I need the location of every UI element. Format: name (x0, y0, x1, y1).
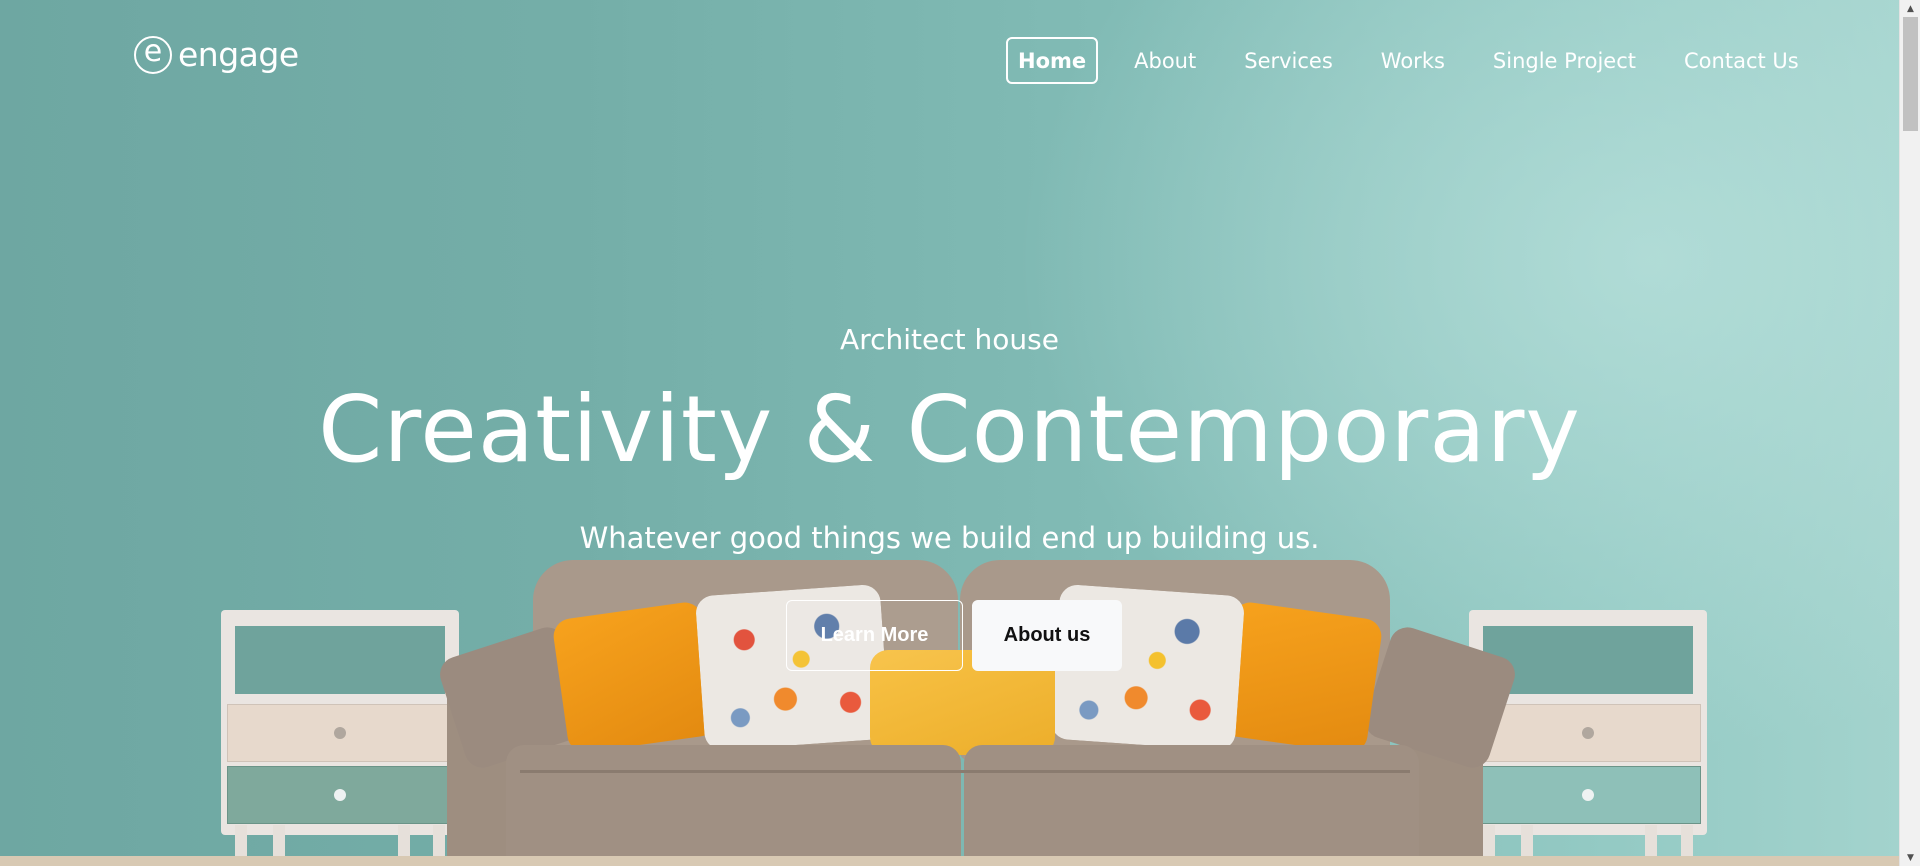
logo-mark-icon: e (134, 35, 172, 74)
scroll-thumb[interactable] (1903, 17, 1918, 131)
scroll-up-arrow-icon[interactable]: ▲ (1900, 0, 1920, 17)
hero-section: e engage Home About Services Works Singl… (0, 0, 1899, 866)
learn-more-button[interactable]: Learn More (786, 600, 963, 671)
sofa-seat-right (964, 745, 1419, 860)
hero-subline: Whatever good things we build end up bui… (579, 521, 1320, 555)
hero-headline: Creativity & Contemporary (318, 376, 1581, 483)
hero-eyebrow: Architect house (840, 323, 1059, 356)
scroll-down-arrow-icon[interactable]: ▼ (1900, 849, 1920, 866)
nav-about[interactable]: About (1122, 37, 1208, 84)
logo[interactable]: e engage (134, 35, 299, 74)
logo-wordmark: engage (178, 35, 299, 74)
orange-pillow (551, 600, 719, 755)
page-scrollbar[interactable]: ▲ ▼ (1899, 0, 1920, 866)
nav-works[interactable]: Works (1369, 37, 1457, 84)
nav-contact-us[interactable]: Contact Us (1672, 37, 1811, 84)
nav-services[interactable]: Services (1232, 37, 1345, 84)
about-us-button[interactable]: About us (972, 600, 1122, 671)
right-nightstand (1469, 610, 1707, 835)
nav-home[interactable]: Home (1006, 37, 1099, 84)
left-nightstand (221, 610, 459, 835)
sofa-seat-left (506, 745, 961, 860)
nav-single-project[interactable]: Single Project (1481, 37, 1648, 84)
main-nav: Home About Services Works Single Project… (1006, 37, 1835, 84)
floor (0, 856, 1899, 866)
